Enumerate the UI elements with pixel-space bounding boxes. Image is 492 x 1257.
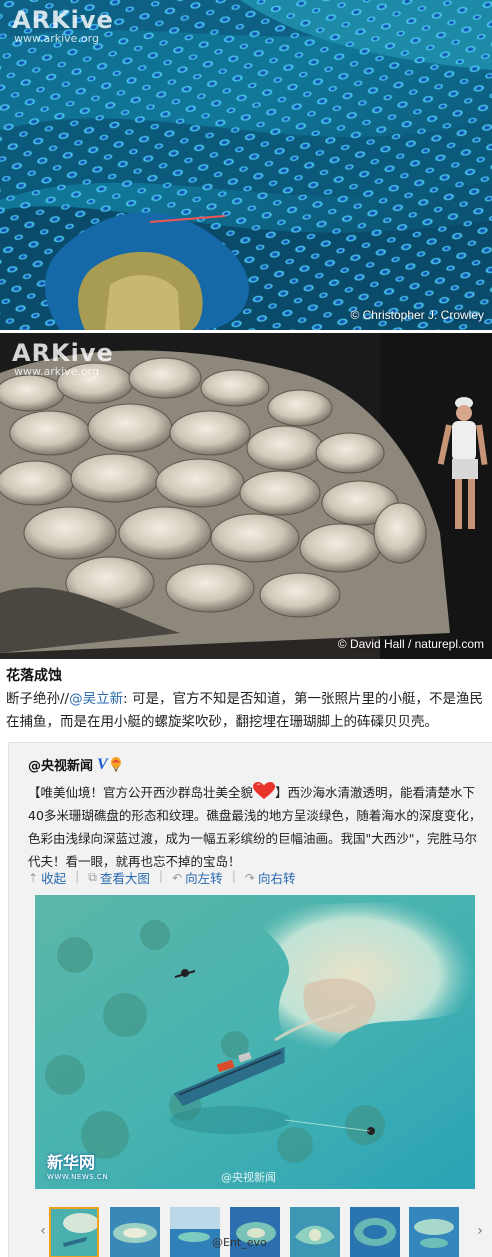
- thumbnail-image: [51, 1209, 97, 1256]
- thumbnail-image: [350, 1207, 400, 1257]
- xinhua-url: WWW.NEWS.CN: [47, 1173, 109, 1181]
- view-large-icon: ⧉: [88, 870, 97, 884]
- action-separator: |: [75, 868, 80, 883]
- rotate-right-icon: ↷: [244, 870, 255, 885]
- thumbnail-6[interactable]: [350, 1207, 400, 1257]
- thumbnail-image: [170, 1207, 220, 1257]
- rotate-left-icon: ↶: [172, 870, 183, 885]
- view-large-label: 查看大图: [99, 871, 150, 886]
- cctv-watermark: @央视新闻: [221, 1171, 276, 1184]
- collapse-button[interactable]: ⇡ 收起: [28, 868, 66, 887]
- photo-credit: © Christopher J. Crowley: [350, 308, 484, 322]
- thumbnail-5[interactable]: [290, 1207, 340, 1257]
- rotate-left-button[interactable]: ↶ 向左转: [172, 868, 223, 887]
- xinhua-watermark: 新华网 WWW.NEWS.CN: [47, 1149, 108, 1181]
- hot-air-balloon-icon: [110, 757, 121, 772]
- rotate-right-button[interactable]: ↷ 向右转: [245, 868, 296, 887]
- xinhua-logo-text: 新华网: [47, 1153, 96, 1172]
- post-body: 断子绝孙//@吴立新: 可是，官方不知是否知道，第一张照片里的小艇，不是渔民在捕…: [6, 688, 492, 734]
- thumbnail-1[interactable]: [49, 1207, 99, 1257]
- arkive-logo: ARKive: [12, 6, 114, 34]
- action-separator: |: [231, 868, 236, 883]
- thumbnail-7[interactable]: [409, 1207, 459, 1257]
- verified-v-icon: V: [97, 755, 108, 773]
- thumbnail-2[interactable]: [110, 1207, 160, 1257]
- next-thumbnail-arrow-icon[interactable]: ›: [473, 1219, 487, 1243]
- thumbnail-image: [409, 1207, 459, 1257]
- clam-mantle-photo: ARKive www.arkive.org © Christopher J. C…: [0, 0, 492, 330]
- clam-shells-image: [0, 333, 492, 659]
- view-large-button[interactable]: ⧉ 查看大图: [88, 868, 150, 887]
- rotate-right-label: 向右转: [257, 871, 296, 886]
- arkive-url: www.arkive.org: [14, 32, 99, 45]
- prev-thumbnail-arrow-icon[interactable]: ‹: [36, 1219, 50, 1243]
- repost-source: @央视新闻 V: [28, 755, 122, 774]
- action-separator: |: [158, 868, 164, 883]
- repost-card: @央视新闻 V 【唯美仙境！官方公开西沙群岛壮美全貌 】西沙海水清澈透明，能看清楚…: [8, 742, 492, 1257]
- thumbnail-image: [230, 1207, 280, 1257]
- collapse-label: 收起: [41, 871, 67, 886]
- arkive-logo: ARKive: [12, 339, 114, 367]
- collapse-up-icon: ⇡: [28, 870, 39, 885]
- repost-main-image[interactable]: 新华网 WWW.NEWS.CN @央视新闻: [35, 895, 475, 1189]
- repost-text: 【唯美仙境！官方公开西沙群岛壮美全貌 】西沙海水清澈透明，能看清楚水下40多米珊瑚…: [28, 781, 484, 873]
- reef-boat-image: [35, 895, 475, 1189]
- clam-mantle-image: [0, 0, 492, 330]
- thumbnail-image: [290, 1207, 340, 1257]
- post-title: 花落成蚀: [6, 668, 62, 684]
- rotate-left-label: 向左转: [185, 871, 223, 886]
- image-actions: ⇡ 收起 | ⧉ 查看大图 | ↶ 向左转 | ↷ 向右转: [28, 868, 295, 887]
- arkive-url: www.arkive.org: [14, 365, 99, 378]
- thumbnail-4[interactable]: [230, 1207, 280, 1257]
- footer-watermark: @Ent_evo: [212, 1236, 267, 1249]
- repost-text-part1: 【唯美仙境！官方公开西沙群岛壮美全貌: [28, 785, 254, 800]
- thumbnail-3[interactable]: [170, 1207, 220, 1257]
- author-mention-link[interactable]: @吴立新: [69, 691, 123, 707]
- clam-shells-photo: ARKive www.arkive.org © David Hall / nat…: [0, 333, 492, 659]
- thumbnail-image: [110, 1207, 160, 1257]
- photo-credit: © David Hall / naturepl.com: [337, 637, 484, 651]
- author-prefix: 断子绝孙//: [6, 691, 70, 707]
- source-name-link[interactable]: @央视新闻: [28, 755, 93, 774]
- heart-emoji-icon: [253, 782, 276, 799]
